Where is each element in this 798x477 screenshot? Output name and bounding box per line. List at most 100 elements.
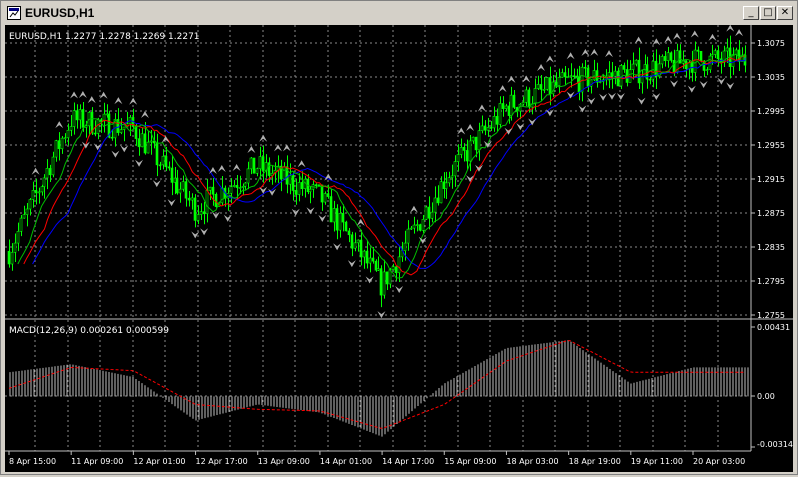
candle-body — [397, 256, 401, 274]
candle-body — [613, 70, 617, 77]
candle-body — [297, 182, 301, 195]
candle-body — [66, 129, 70, 139]
candle-body — [654, 60, 658, 77]
candle-body — [492, 116, 496, 129]
fractal-up-arrow — [140, 111, 149, 119]
candle-body — [173, 177, 177, 183]
candle-body — [622, 65, 626, 70]
candle-body — [255, 168, 259, 174]
candle-body — [474, 136, 478, 151]
close-button[interactable]: ✕ — [777, 6, 793, 20]
candle-body — [119, 129, 123, 133]
candle-body — [648, 78, 652, 81]
fractal-up-arrow — [735, 29, 744, 37]
time-label: 8 Apr 15:00 — [9, 457, 56, 466]
candle-body — [566, 76, 570, 79]
fractal-down-arrow — [377, 311, 386, 319]
candle-body — [261, 156, 265, 171]
candle-body — [7, 250, 11, 265]
candle-body — [385, 271, 389, 285]
time-label: 18 Apr 19:00 — [569, 457, 621, 466]
candle-body — [241, 185, 245, 188]
fractal-up-arrow — [31, 167, 40, 175]
fractal-up-arrow — [673, 32, 682, 40]
fractal-up-arrow — [690, 30, 699, 38]
time-label: 18 Apr 03:00 — [506, 457, 558, 466]
time-label: 14 Apr 01:00 — [320, 457, 372, 466]
ma-mid-line — [23, 55, 746, 276]
candle-body — [28, 199, 32, 210]
candle-body — [592, 70, 596, 81]
fractal-down-arrow — [545, 109, 554, 117]
fractal-up-arrow — [634, 36, 643, 44]
candle-body — [48, 168, 52, 176]
chart-window-icon — [7, 6, 21, 20]
fractal-down-arrow — [687, 85, 696, 93]
fractal-up-arrow — [247, 146, 256, 154]
candle-body — [208, 186, 212, 191]
candle-body — [710, 54, 714, 57]
candle-body — [238, 187, 242, 189]
price-chart[interactable]: EURUSD,H1 1.2277 1.2278 1.2269 1.2271 MA… — [5, 24, 793, 472]
candle-body — [356, 239, 360, 244]
candle-body — [504, 105, 508, 109]
candle-body — [329, 196, 333, 223]
candle-body — [583, 66, 587, 69]
candle-body — [187, 197, 191, 201]
candle-body — [308, 188, 312, 193]
candle-body — [232, 185, 236, 188]
candle-body — [424, 206, 428, 220]
macd-label: 0.00431 — [757, 323, 790, 332]
fractal-down-arrow — [616, 92, 625, 100]
candle-body — [731, 54, 735, 67]
candle-body — [93, 132, 97, 135]
candle-body — [81, 109, 85, 128]
candle-body — [78, 109, 82, 121]
candle-body — [205, 189, 209, 215]
candle-body — [716, 50, 720, 60]
candle-body — [610, 72, 614, 77]
candle-body — [105, 113, 109, 116]
fractal-down-arrow — [81, 141, 90, 149]
candle-body — [545, 77, 549, 90]
candle-body — [468, 140, 472, 162]
candle-body — [31, 190, 35, 200]
fractal-up-arrow — [726, 24, 735, 32]
candle-body — [619, 65, 623, 87]
candle-body — [335, 208, 339, 231]
fractal-down-arrow — [200, 228, 209, 236]
minimize-button[interactable]: _ — [743, 6, 759, 20]
candle-body — [184, 181, 188, 199]
fractal-up-arrow — [70, 91, 79, 99]
fractal-up-arrow — [114, 97, 123, 105]
candle-body — [447, 177, 451, 184]
candle-body — [338, 213, 342, 231]
price-label: 1.2955 — [757, 141, 785, 150]
macd-label: 0.00 — [757, 392, 775, 401]
candle-body — [521, 101, 525, 105]
candle-body — [167, 166, 171, 169]
candle-body — [379, 268, 383, 296]
fractal-down-arrow — [347, 260, 356, 268]
fractal-down-arrow — [259, 186, 268, 194]
candle-body — [134, 126, 138, 139]
maximize-button[interactable]: □ — [760, 6, 776, 20]
candle-body — [341, 213, 345, 223]
time-label: 19 Apr 11:00 — [631, 457, 683, 466]
candle-body — [376, 268, 380, 271]
candle-body — [501, 103, 505, 109]
candle-body — [320, 184, 324, 203]
title-bar[interactable]: EURUSD,H1 _ □ ✕ — [3, 3, 795, 23]
candle-body — [394, 266, 398, 274]
candle-body — [347, 230, 351, 236]
candle-body — [477, 130, 481, 151]
candle-body — [663, 56, 667, 61]
candle-body — [436, 197, 440, 204]
fractal-up-arrow — [545, 55, 554, 63]
candle-body — [140, 133, 144, 148]
candle-body — [705, 69, 709, 72]
chart-area[interactable]: EURUSD,H1 1.2277 1.2278 1.2269 1.2271 MA… — [5, 24, 793, 472]
fractal-up-arrow — [566, 52, 575, 60]
candle-body — [512, 94, 516, 108]
candle-body — [258, 156, 262, 170]
